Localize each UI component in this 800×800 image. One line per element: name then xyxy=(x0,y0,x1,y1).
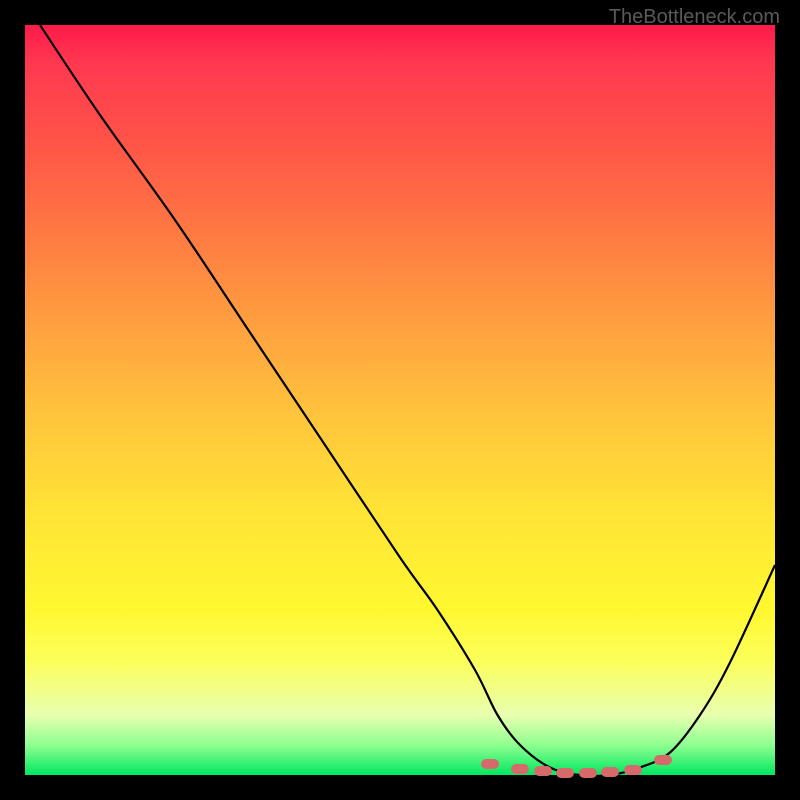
marker-dot xyxy=(481,759,499,769)
marker-dot xyxy=(534,766,552,776)
marker-dot xyxy=(624,765,642,775)
marker-dot xyxy=(654,755,672,765)
optimal-range-markers xyxy=(25,25,775,775)
attribution-text: TheBottleneck.com xyxy=(609,6,780,29)
marker-dot xyxy=(579,768,597,778)
marker-dot xyxy=(601,767,619,777)
marker-dot xyxy=(511,764,529,774)
chart-plot-area xyxy=(25,25,775,775)
marker-dot xyxy=(556,768,574,778)
